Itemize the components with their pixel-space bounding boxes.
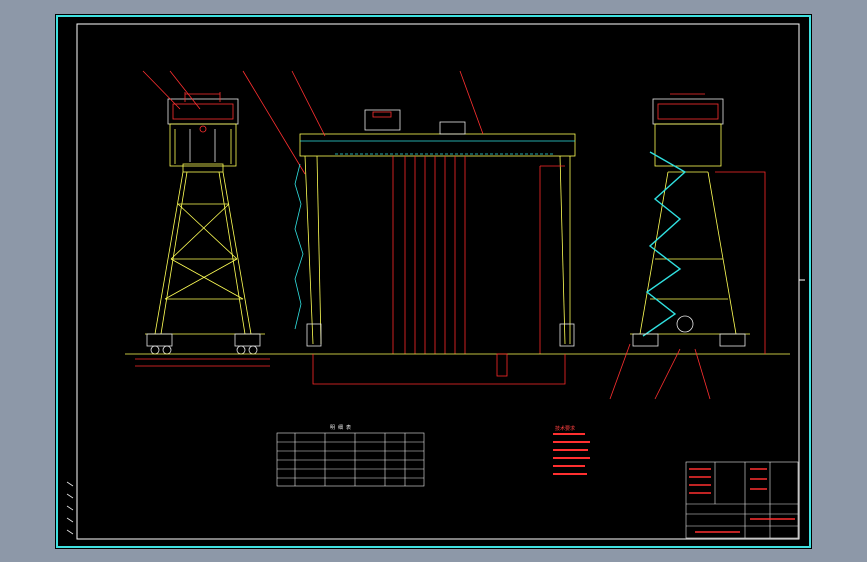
margin-marks (66, 481, 74, 535)
front-elevation (125, 70, 790, 385)
notes-block (553, 433, 590, 475)
notes-title: 技术要求 (555, 426, 576, 432)
cad-drawing-sheet (55, 14, 812, 549)
parts-table (276, 432, 425, 487)
sheet-border (56, 15, 811, 548)
parts-table-title: 明 细 表 (330, 425, 352, 431)
right-end-view (609, 93, 766, 400)
cad-viewport[interactable]: 明 细 表 技术要求 (0, 0, 867, 562)
left-end-view (135, 70, 306, 367)
title-block (685, 461, 799, 539)
